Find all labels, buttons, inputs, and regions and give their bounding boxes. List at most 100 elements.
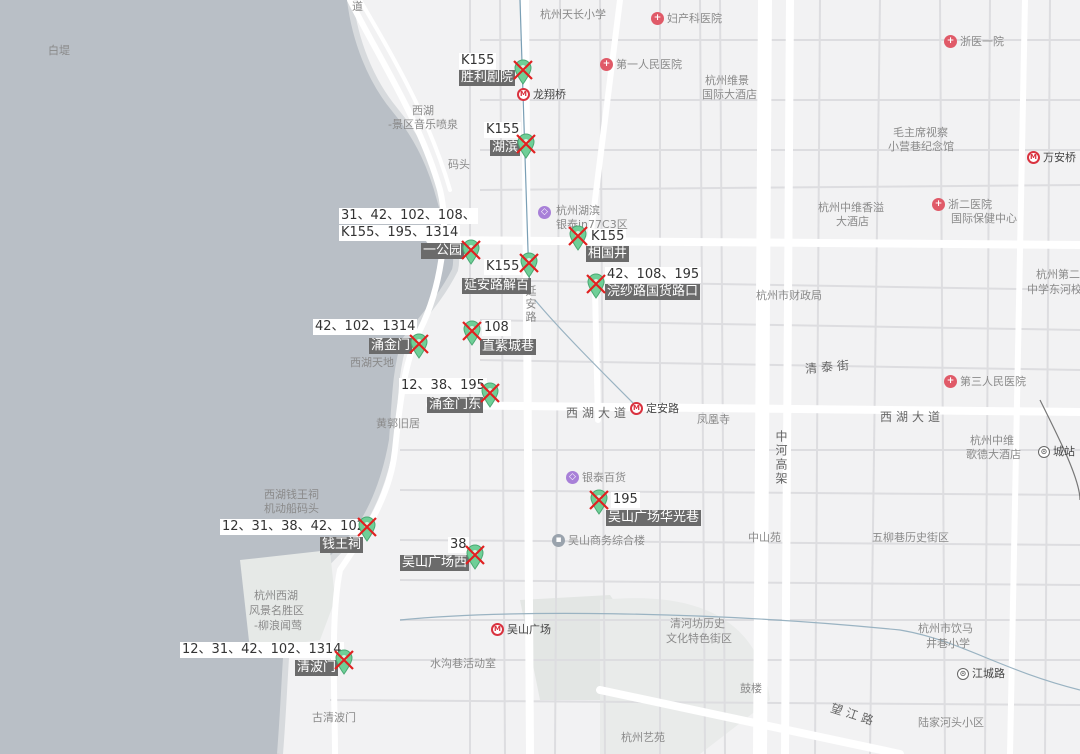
label-weijing-a: 杭州维景 xyxy=(705,74,749,87)
bus-stop-routes: 195 xyxy=(611,492,640,508)
bus-stop-marker[interactable] xyxy=(464,544,486,570)
bus-stop-name[interactable]: 吴山广场华光巷 xyxy=(606,510,702,526)
label-shuigou: 水沟巷活动室 xyxy=(430,657,496,670)
poi-jiangcheng[interactable]: ⊙ 江城路 xyxy=(957,667,1005,680)
label-hangzhou2-b: 中学东河校 xyxy=(1027,283,1080,296)
bus-stop-marker[interactable] xyxy=(461,320,483,346)
bus-stop-marker[interactable] xyxy=(479,382,501,408)
label-hangzhou2-a: 杭州第二 xyxy=(1036,268,1080,281)
hospital-icon: + xyxy=(944,35,957,48)
hospital-icon: + xyxy=(651,12,664,25)
bus-stop-pin-icon xyxy=(334,649,354,675)
bus-stop-name[interactable]: 涌金门东 xyxy=(427,397,484,413)
bus-stop-marker[interactable] xyxy=(356,516,378,542)
label-huangpo: 黄郭旧居 xyxy=(376,417,420,430)
label-mao-a: 毛主席视察 xyxy=(893,126,948,139)
bus-stop-name[interactable]: 一公园 xyxy=(421,243,465,259)
bus-stop-name[interactable]: 胜利剧院 xyxy=(459,70,516,86)
map-base-layer xyxy=(0,0,1080,754)
bus-stop-routes: 108 xyxy=(482,320,511,336)
label-xihu-tiandi: 西湖天地 xyxy=(350,356,394,369)
poi-hubin-shop[interactable]: ◇ xyxy=(538,206,554,219)
label-wuliu: 五柳巷历史街区 xyxy=(872,531,949,544)
label-qinghefang-b: 文化特色街区 xyxy=(666,632,732,645)
bus-stop-routes: 12、31、42、102、1314 xyxy=(180,642,344,658)
road-xihu-dadao-west: 西湖大道 xyxy=(566,406,631,420)
label-fengjing-c: -柳浪闻莺 xyxy=(254,619,302,632)
metro-icon: M xyxy=(517,88,530,101)
label-lujia: 陆家河头小区 xyxy=(918,716,984,729)
bus-stop-pin-icon xyxy=(589,489,609,515)
label-qianwang-b: 机动船码头 xyxy=(264,502,319,515)
bus-stop-pin-icon xyxy=(409,333,429,359)
bus-stop-marker[interactable] xyxy=(333,649,355,675)
hospital-icon: + xyxy=(944,375,957,388)
west-lake-water xyxy=(0,0,457,754)
poi-zheyi[interactable]: + 浙医一院 xyxy=(944,35,1004,48)
label-mao-b: 小营巷纪念馆 xyxy=(888,140,954,153)
bus-stop-pin-icon xyxy=(586,273,606,299)
label-zhongwei-a: 杭州中维香溢 xyxy=(818,201,884,214)
bus-stop-name[interactable]: 涌金门 xyxy=(369,338,413,354)
bus-stop-marker[interactable] xyxy=(585,273,607,299)
label-matou: 码头 xyxy=(448,158,470,171)
road-zhonghe: 中河高架 xyxy=(774,430,788,486)
label-gulou: 鼓楼 xyxy=(740,682,762,695)
bus-stop-routes: 42、102、1314 xyxy=(313,319,418,335)
poi-zheer[interactable]: + 浙二医院 xyxy=(932,198,992,211)
label-fengjing-a: 杭州西湖 xyxy=(254,589,298,602)
bus-stop-name[interactable]: 清波门 xyxy=(295,660,339,676)
poi-dingan[interactable]: M 定安路 xyxy=(630,402,679,415)
poi-chengzhan[interactable]: ⊙ 城站 xyxy=(1038,445,1075,458)
poi-longxiang[interactable]: M 龙翔桥 xyxy=(517,88,566,101)
label-music-fountain: -景区音乐喷泉 xyxy=(388,118,458,131)
shopping-icon: ◇ xyxy=(566,471,579,484)
rail-station-icon: ⊙ xyxy=(957,667,969,680)
bus-stop-name[interactable]: 直紫城巷 xyxy=(480,339,537,355)
label-zhongshanyuan: 中山苑 xyxy=(748,531,781,544)
bus-stop-pin-icon xyxy=(480,382,500,408)
poi-yintai[interactable]: ◇ 银泰百货 xyxy=(566,471,626,484)
poi-fuchan[interactable]: + 妇产科医院 xyxy=(651,12,722,25)
label-zheer-b: 国际保健中心 xyxy=(951,212,1017,225)
bus-stop-pin-icon xyxy=(513,59,533,85)
poi-disan[interactable]: + 第三人民医院 xyxy=(944,375,1026,388)
building-icon: ▪ xyxy=(552,534,565,547)
label-geju-a: 杭州中维 xyxy=(970,434,1014,447)
poi-wushan-biz[interactable]: ▪ 吴山商务综合楼 xyxy=(552,534,645,547)
bus-stop-pin-icon xyxy=(462,320,482,346)
bus-stop-name[interactable]: 吴山广场西 xyxy=(400,555,470,571)
hospital-icon: + xyxy=(600,58,613,71)
label-qinghefang-a: 清河坊历史 xyxy=(670,617,725,630)
bus-stop-marker[interactable] xyxy=(460,239,482,265)
bus-stop-routes: K155、195、1314 xyxy=(339,225,461,241)
bus-stop-pin-icon xyxy=(357,516,377,542)
bus-stop-marker[interactable] xyxy=(567,225,589,251)
map-canvas[interactable]: 白堤 西湖 -景区音乐喷泉 码头 西湖天地 黄郭旧居 西湖钱王祠 机动船码头 杭… xyxy=(0,0,1080,754)
bus-stop-routes: 42、108、195 xyxy=(605,267,702,283)
poi-diyi[interactable]: + 第一人民医院 xyxy=(600,58,682,71)
bus-stop-marker[interactable] xyxy=(512,59,534,85)
label-dao: 道 xyxy=(352,0,363,13)
bus-stop-marker[interactable] xyxy=(515,133,537,159)
label-geju-b: 歌德大酒店 xyxy=(966,448,1021,461)
label-yinma-a: 杭州市饮马 xyxy=(918,622,973,635)
rail-station-icon: ⊙ xyxy=(1038,445,1050,458)
metro-icon: M xyxy=(491,623,504,636)
label-yishu: 杭州艺苑 xyxy=(621,731,665,744)
label-fenghuangsi: 凤凰寺 xyxy=(697,413,730,426)
bus-stop-name[interactable]: 相国井 xyxy=(586,246,630,262)
bus-stop-pin-icon xyxy=(461,239,481,265)
bus-stop-routes: K155 xyxy=(589,229,627,245)
label-xihu: 西湖 xyxy=(412,104,434,117)
bus-stop-marker[interactable] xyxy=(518,252,540,278)
bus-stop-marker[interactable] xyxy=(408,333,430,359)
label-gu-qingbomen: 古清波门 xyxy=(312,711,356,724)
bus-stop-routes: 12、31、38、42、102 xyxy=(220,519,367,535)
bus-stop-routes: K155 xyxy=(459,53,497,69)
poi-wushan-sq[interactable]: M 吴山广场 xyxy=(491,623,551,636)
poi-wananqiao[interactable]: M 万安桥 xyxy=(1027,151,1076,164)
bus-stop-name[interactable]: 浣纱路国货路口 xyxy=(605,284,701,300)
bus-stop-marker[interactable] xyxy=(588,489,610,515)
bus-stop-name[interactable]: 延安路解百 xyxy=(462,278,532,294)
